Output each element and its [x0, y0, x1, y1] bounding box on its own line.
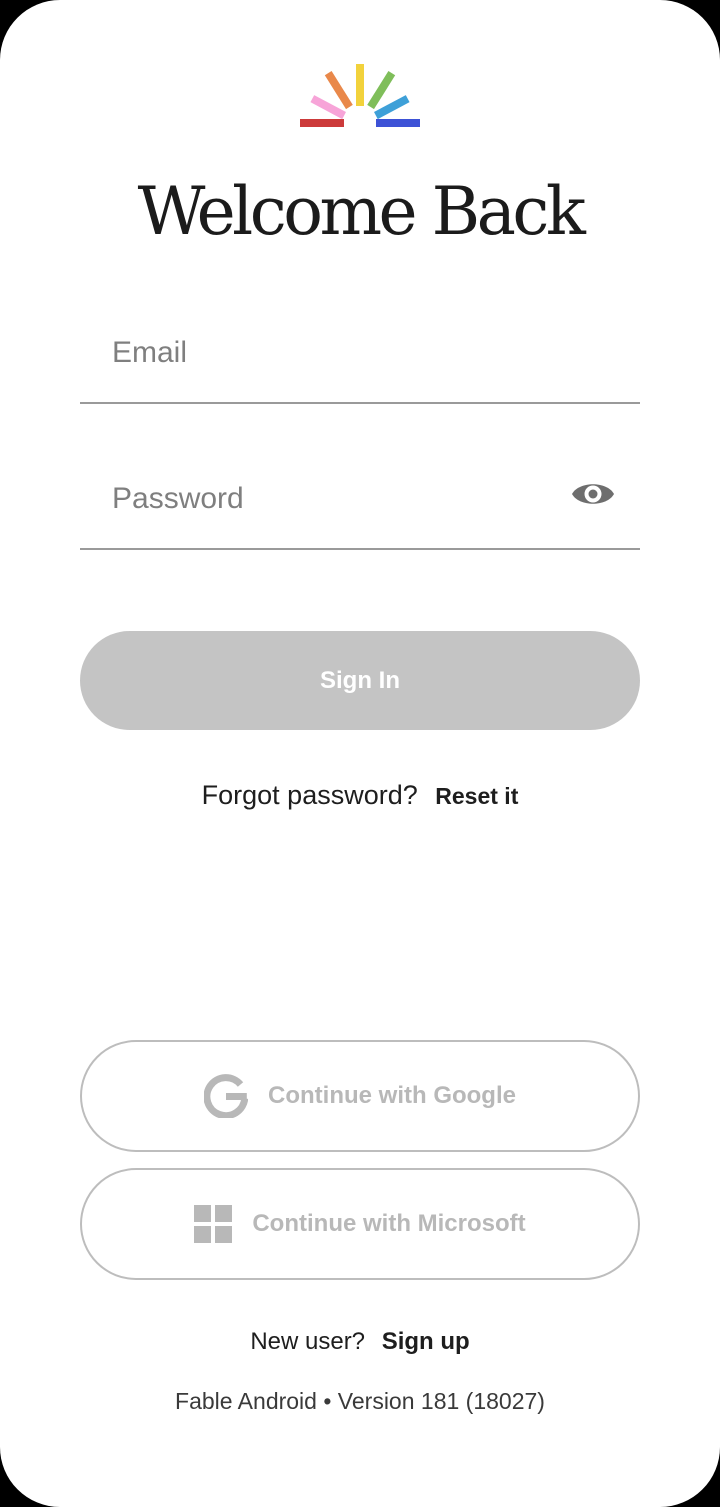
app-version-text: Fable Android • Version 181 (18027) [175, 1388, 545, 1414]
google-button-label: Continue with Google [268, 1082, 516, 1109]
login-screen: Welcome Back Sign In Forgot password? Re… [0, 0, 720, 1507]
email-field-container [80, 304, 640, 404]
continue-with-google-button[interactable]: Continue with Google [80, 1040, 640, 1152]
signup-row: New user? Sign up [0, 1328, 720, 1356]
page-title: Welcome Back [137, 173, 586, 250]
reset-password-link[interactable]: Reset it [435, 783, 518, 809]
fable-logo [300, 64, 420, 127]
new-user-text: New user? [250, 1328, 366, 1355]
eye-icon[interactable] [570, 476, 616, 512]
email-field[interactable] [112, 328, 552, 378]
microsoft-button-label: Continue with Microsoft [252, 1210, 526, 1237]
forgot-password-row: Forgot password? Reset it [0, 780, 720, 811]
password-field[interactable] [112, 474, 552, 524]
forgot-password-text: Forgot password? [201, 780, 418, 810]
continue-with-microsoft-button[interactable]: Continue with Microsoft [80, 1168, 640, 1280]
windows-icon [194, 1205, 233, 1243]
password-field-container [80, 450, 640, 550]
google-icon [204, 1074, 249, 1118]
sign-up-link[interactable]: Sign up [382, 1328, 470, 1355]
sign-in-button[interactable]: Sign In [80, 631, 640, 730]
